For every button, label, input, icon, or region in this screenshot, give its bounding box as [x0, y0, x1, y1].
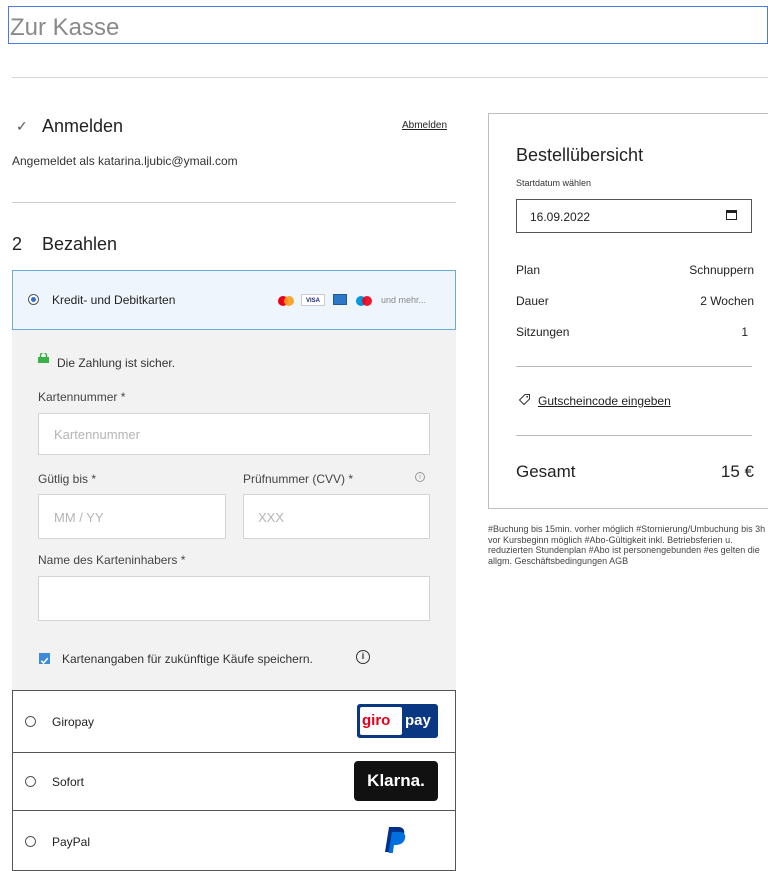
total-label: Gesamt	[516, 462, 576, 481]
duration-label: Dauer	[516, 294, 549, 308]
booking-notes: #Buchung bis 15min. vorher möglich #Stor…	[488, 524, 766, 566]
paypal-radio[interactable]	[25, 836, 36, 847]
duration-value: 2 Wochen	[700, 294, 754, 308]
start-date-value: 16.09.2022	[530, 210, 591, 224]
save-card-label: Kartenangaben für zukünftige Käufe speic…	[62, 652, 313, 666]
sofort-label: Sofort	[52, 775, 85, 789]
cardholder-input[interactable]	[38, 576, 430, 621]
klarna-logo: Klarna.	[354, 761, 438, 801]
summary-divider-1	[516, 366, 752, 367]
paypal-logo	[383, 825, 407, 855]
header-divider	[12, 77, 768, 78]
coupon-link[interactable]: Gutscheincode eingeben	[538, 394, 671, 408]
start-date-label: Startdatum wählen	[516, 178, 592, 188]
card-option-label: Kredit- und Debitkarten	[52, 293, 176, 307]
maestro-icon	[354, 294, 374, 306]
payment-step-number: 2	[12, 234, 23, 254]
payment-section-title: Bezahlen	[42, 234, 118, 254]
page-title-field	[8, 6, 768, 44]
calendar-icon[interactable]	[726, 210, 737, 220]
logged-in-text: Angemeldet als katarina.ljubic@ymail.com	[12, 154, 238, 168]
expiry-placeholder: MM / YY	[54, 510, 104, 525]
paypal-label: PayPal	[52, 835, 91, 849]
save-card-checkbox[interactable]	[39, 653, 50, 665]
order-summary-title: Bestellübersicht	[516, 145, 644, 165]
more-cards-text: und mehr...	[381, 295, 427, 305]
plan-value: Schnuppern	[689, 263, 754, 277]
secure-payment-text: Die Zahlung ist sicher.	[57, 356, 176, 370]
save-card-info-icon[interactable]: i	[356, 650, 370, 664]
giropay-logo-giro: giro	[362, 712, 391, 729]
sessions-label: Sitzungen	[516, 325, 570, 339]
total-value: 15 €	[720, 462, 754, 481]
login-divider	[12, 202, 456, 203]
cvv-label: Prüfnummer (CVV) *	[243, 472, 354, 486]
summary-divider-2	[516, 435, 752, 436]
sessions-value: 1	[741, 325, 748, 339]
page-title: Zur Kasse	[10, 14, 120, 41]
giropay-logo-pay: pay	[405, 712, 431, 729]
tag-icon	[518, 393, 531, 406]
card-radio[interactable]	[28, 294, 39, 305]
cvv-info-icon[interactable]: i	[415, 472, 425, 482]
sofort-radio[interactable]	[25, 776, 36, 787]
giropay-label: Giropay	[52, 715, 95, 729]
cardholder-label: Name des Karteninhabers *	[38, 553, 186, 567]
lock-icon	[38, 350, 49, 363]
order-summary-panel	[488, 113, 768, 509]
mastercard-icon	[276, 294, 296, 306]
amex-icon	[333, 294, 347, 305]
card-number-placeholder: Kartennummer	[54, 427, 140, 442]
giropay-radio[interactable]	[25, 716, 36, 727]
plan-label: Plan	[516, 263, 541, 277]
logout-link[interactable]: Abmelden	[402, 120, 447, 131]
giropay-logo: giro pay	[357, 704, 438, 738]
cvv-placeholder: XXX	[258, 510, 285, 525]
card-number-label: Kartennummer *	[38, 390, 126, 404]
check-icon: ✓	[16, 118, 28, 134]
login-section-title: Anmelden	[42, 116, 124, 136]
visa-icon: VISA	[301, 294, 325, 306]
expiry-label: Gütlig bis *	[38, 472, 97, 486]
